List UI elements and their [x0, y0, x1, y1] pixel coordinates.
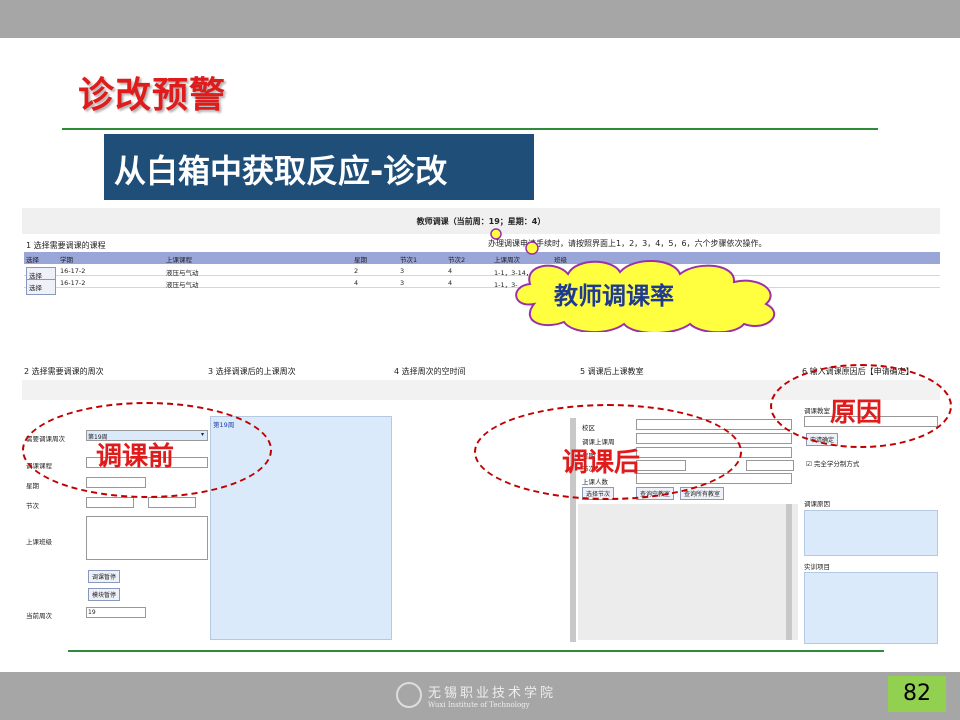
school-name-en: Wuxi Institute of Technology	[428, 700, 530, 709]
class-label: 上课班级	[26, 538, 52, 546]
room-period-end-field[interactable]	[746, 460, 794, 471]
slide-title: 诊改预警	[78, 75, 227, 116]
window-title: 教师调课（当前周：19；星期：4）	[22, 208, 940, 234]
step-2-label: 2 选择需要调课的周次	[24, 367, 104, 376]
period-start-field[interactable]	[86, 497, 134, 508]
period1-cell: 3	[400, 267, 405, 275]
term-cell: 16-17-2	[60, 267, 86, 275]
current-week-field[interactable]: 19	[86, 607, 146, 618]
period2-cell: 4	[448, 267, 453, 275]
pause-course-button[interactable]: 调课暂停	[88, 570, 121, 583]
pause-module-button[interactable]: 模块暂停	[88, 588, 121, 601]
step-3-label: 3 选择调课后的上课周次	[208, 367, 296, 376]
credit-mode-label: 完全学分制方式	[813, 460, 860, 468]
before-label: 调课前	[96, 442, 175, 472]
cloud-callout-text: 教师调课率	[554, 282, 674, 310]
reason-callout-label: 原因	[830, 398, 883, 428]
column-header: 节次1	[400, 256, 418, 264]
training-item-textarea[interactable]	[804, 572, 938, 644]
school-logo: 无锡职业技术学院 Wuxi Institute of Technology	[396, 680, 556, 710]
top-bar	[0, 0, 960, 38]
weekday-label: 星期	[26, 482, 39, 490]
checkbox-icon: ☑	[806, 460, 812, 468]
column-header: 学期	[60, 256, 73, 264]
scrollbar[interactable]	[786, 504, 792, 640]
title-divider	[62, 128, 878, 130]
credit-mode-checkbox[interactable]: ☑ 完全学分制方式	[806, 458, 859, 468]
period-end-field[interactable]	[148, 497, 196, 508]
page-number: 82	[888, 676, 946, 712]
reason-textarea[interactable]	[804, 510, 938, 556]
table-row: 选择 16-17-2 液压与气动 4 3 4 1-1，3-	[24, 277, 940, 295]
column-header: 上课课程	[166, 256, 192, 264]
cloud-tail-bubbles	[490, 228, 539, 255]
reason-label: 调课原因	[804, 500, 830, 508]
current-week-label: 当前周次	[26, 612, 52, 620]
course-cell: 液压与气动	[166, 281, 199, 289]
school-name: 无锡职业技术学院	[428, 685, 557, 701]
training-item-label: 实训项目	[804, 563, 830, 571]
term-cell: 16-17-2	[60, 279, 86, 287]
select-course-button[interactable]: 选择	[26, 279, 56, 295]
after-label: 调课后	[562, 448, 641, 478]
step-4-label: 4 选择周次的空时间	[394, 367, 466, 376]
period1-cell: 3	[400, 279, 405, 287]
section-banner: 从白箱中获取反应-诊改	[104, 134, 534, 200]
weekday-cell: 2	[354, 267, 359, 275]
column-header: 星期	[354, 256, 367, 264]
period-label: 节次	[26, 502, 39, 510]
step-5-label: 5 调课后上课教室	[580, 367, 644, 376]
course-cell: 液压与气动	[166, 269, 199, 277]
room-list-panel[interactable]	[578, 504, 798, 640]
course-table-header: 选择 学期 上课课程 星期 节次1 节次2 上课周次 班级	[24, 252, 940, 264]
weekday-cell: 4	[354, 279, 359, 287]
period2-cell: 4	[448, 279, 453, 287]
table-row: 选择 16-17-2 液压与气动 2 3 4 1-1，3-14，	[24, 265, 940, 283]
class-textarea[interactable]	[86, 516, 208, 560]
column-header: 选择	[26, 256, 39, 264]
step-1-label: 1 选择需要调课的课程	[26, 241, 106, 250]
school-seal-icon	[396, 682, 422, 708]
footer-divider	[68, 650, 884, 652]
